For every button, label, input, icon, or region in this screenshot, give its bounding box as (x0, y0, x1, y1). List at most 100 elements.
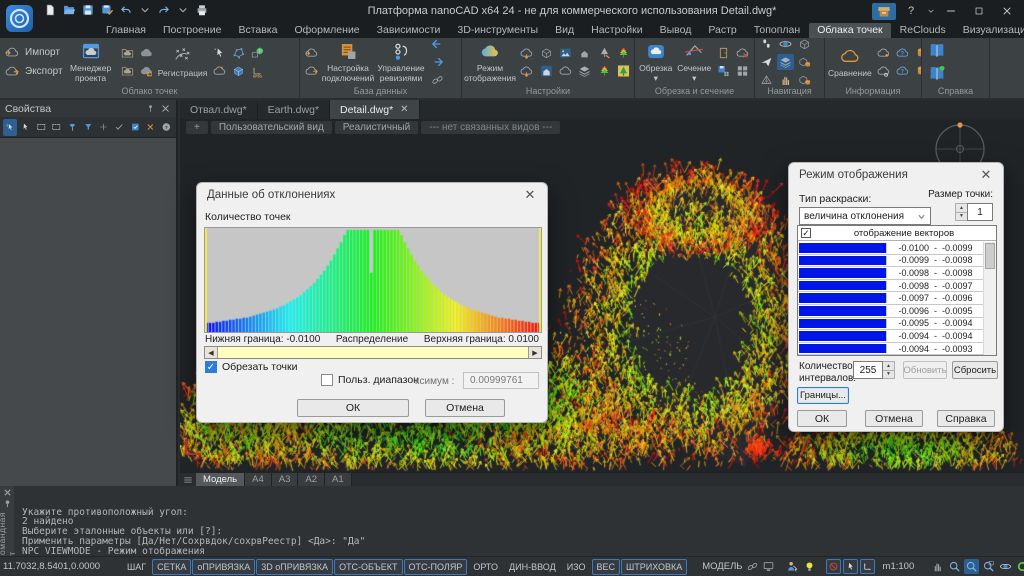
ribbon-button-cloud-query[interactable]: ? (894, 45, 911, 61)
status-toggle-step[interactable]: ШАГ (122, 559, 151, 575)
status-toggle-otrack-object[interactable]: ОТС-ОБЪЕКТ (334, 559, 402, 575)
status-icon-viewport-link[interactable] (745, 559, 760, 574)
interval-row[interactable]: -0.0095 - -0.0094 (798, 318, 983, 331)
qat-redo[interactable] (156, 2, 172, 18)
ribbon-button-revision-management[interactable]: Управление ревизиями (376, 40, 426, 83)
ribbon-button-project-manager[interactable]: Менеджер проекта (66, 40, 116, 83)
properties-tool-highlight[interactable] (128, 119, 142, 136)
cancel-button[interactable]: Отмена (425, 399, 505, 417)
clip-points-checkbox[interactable]: ✓ Обрезать точки (205, 361, 297, 373)
ribbon-button-section[interactable]: Сечение ▾ (677, 40, 713, 83)
ribbon-button-classify-gray[interactable] (596, 45, 613, 61)
ribbon-button-cloud-download[interactable] (303, 63, 320, 79)
sheet-tab-a1[interactable]: А1 (325, 473, 352, 486)
ribbon-button-cloud-unregister[interactable]: × (211, 63, 228, 79)
ribbon-tab-view[interactable]: Вид (547, 23, 582, 38)
document-tab-otval[interactable]: Отвал.dwg*✕ (180, 100, 258, 119)
viewport-control-linked-views[interactable]: --- нет связанных видов --- (421, 121, 560, 134)
interval-row[interactable]: -0.0094 - -0.0093 (798, 343, 983, 355)
ribbon-button-cloud-upload[interactable] (303, 45, 320, 61)
ribbon-tab-topoplan[interactable]: Топоплан (746, 23, 808, 38)
checkbox-checked-icon[interactable]: ✓ (801, 228, 811, 238)
spin-up-icon[interactable]: ▲ (956, 204, 967, 213)
ribbon-button-crop-outside[interactable] (715, 45, 732, 61)
status-icon-ucs-indicator[interactable] (860, 559, 875, 574)
ribbon-button-section-grid[interactable] (734, 63, 751, 79)
slider-track[interactable] (218, 347, 528, 358)
ribbon-tab-reclouds[interactable]: ReClouds (892, 23, 954, 38)
status-icon-lighting[interactable] (802, 559, 817, 574)
dialog-title-bar[interactable]: Режим отображения ✕ (789, 163, 1003, 187)
spin-down-icon[interactable]: ▼ (956, 213, 967, 221)
ribbon-button-save-section[interactable] (715, 63, 732, 79)
ribbon-tab-visualization[interactable]: Визуализация (955, 23, 1024, 38)
list-scrollbar[interactable] (983, 242, 996, 355)
ribbon-button-classify-color[interactable] (596, 63, 613, 79)
ribbon-button-classify-green[interactable] (615, 63, 632, 79)
help-button[interactable]: Справка (937, 410, 995, 427)
whats-new-button[interactable] (872, 3, 896, 20)
ribbon-button-walk[interactable] (758, 38, 775, 52)
status-icon-zoom-rect[interactable] (981, 559, 996, 574)
ribbon-button-reg-polygon[interactable] (230, 45, 247, 61)
interval-row[interactable]: -0.0098 - -0.0097 (798, 280, 983, 293)
ribbon-button-help-docs[interactable] (925, 40, 949, 61)
ribbon-button-help-online[interactable] (925, 63, 949, 84)
ribbon-button-overlays[interactable] (576, 63, 593, 79)
properties-tool-clear-selection[interactable] (144, 119, 158, 136)
ribbon-button-cloud-small[interactable] (557, 63, 574, 79)
ribbon-button-connection-settings[interactable]: Настройка подключений (323, 40, 373, 83)
qat-save-all[interactable] (99, 2, 115, 18)
status-icon-selection-settings[interactable] (785, 559, 800, 574)
qat-undo[interactable] (118, 2, 134, 18)
ribbon-button-db-revision[interactable]: R (914, 45, 921, 61)
qat-new-document[interactable] (42, 2, 58, 18)
ribbon-tab-home[interactable]: Главная (98, 23, 154, 38)
ribbon-button-view-image[interactable] (557, 45, 574, 61)
close-icon[interactable]: ✕ (979, 168, 993, 182)
properties-tool-cycle-selection[interactable] (66, 119, 80, 136)
status-icon-autosnap-indicator[interactable] (826, 559, 841, 574)
status-icon-clean-screen[interactable] (761, 559, 776, 574)
close-tab-icon[interactable]: ✕ (400, 104, 408, 115)
properties-tool-selection-filter[interactable] (81, 119, 95, 136)
status-icon-orbit[interactable] (998, 559, 1013, 574)
reset-button[interactable]: Сбросить (952, 361, 998, 379)
interval-row[interactable]: -0.0097 - -0.0096 (798, 292, 983, 305)
ok-button[interactable]: ОК (797, 410, 847, 427)
ribbon-button-view-cube[interactable] (796, 38, 813, 52)
ribbon-tab-annotate[interactable]: Оформление (286, 23, 367, 38)
ribbon-button-db-data[interactable]: D (914, 63, 921, 79)
qat-open[interactable] (61, 2, 77, 18)
qat-redo-history[interactable] (175, 2, 191, 18)
ribbon-button-registration[interactable]: ×××××Регистрация (158, 45, 208, 78)
ribbon-button-classify-outline[interactable] (615, 45, 632, 61)
interval-row[interactable]: -0.0094 - -0.0094 (798, 330, 983, 343)
ribbon-button-show-levels[interactable] (777, 54, 794, 70)
ribbon-button-cloud-info-point[interactable] (875, 45, 892, 61)
properties-tool-quick-select[interactable] (97, 119, 111, 136)
status-icon-cursor-mode[interactable] (843, 559, 858, 574)
intervals-list[interactable]: ✓ отображение векторов -0.0100 - -0.0099… (797, 225, 997, 356)
status-icon-pan[interactable] (930, 559, 945, 574)
status-toggle-osnap-3d[interactable]: 3D оПРИВЯЗКА (256, 559, 333, 575)
help-button[interactable]: ? (898, 1, 924, 21)
qat-print[interactable] (194, 2, 210, 18)
ribbon-tab-draw[interactable]: Построение (155, 23, 229, 38)
document-tab-earth[interactable]: Earth.dwg*✕ (258, 100, 330, 119)
status-toggle-grid[interactable]: СЕТКА (152, 559, 191, 575)
ribbon-button-cloud-point-up[interactable] (518, 45, 535, 61)
ribbon-button-detach[interactable] (429, 72, 446, 86)
properties-tool-select-add[interactable] (3, 119, 17, 136)
sheet-tab-a4[interactable]: А4 (245, 473, 272, 486)
status-icon-zoom[interactable] (947, 559, 962, 574)
ribbon-button-export[interactable]: Экспорт (3, 64, 63, 79)
status-toggle-otrack-polar[interactable]: ОТС-ПОЛЯР (404, 559, 468, 575)
spin-up-icon[interactable]: ▲ (883, 362, 894, 371)
properties-tool-apply[interactable] (112, 119, 126, 136)
viewport-control-view-name[interactable]: Пользовательский вид (211, 121, 332, 134)
sheet-tab-model[interactable]: Модель (196, 473, 245, 486)
ribbon-tab-point-clouds[interactable]: Облака точек (809, 23, 890, 38)
ribbon-button-save-to-folder[interactable] (119, 63, 136, 79)
range-slider[interactable]: ◀ ▶ (204, 346, 542, 359)
